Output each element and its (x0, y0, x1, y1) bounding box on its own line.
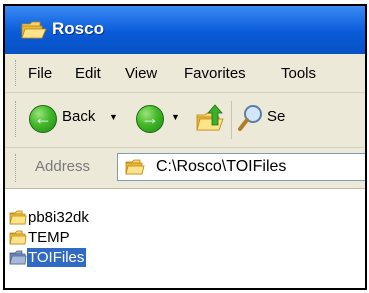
folder-icon (9, 230, 27, 245)
title-bar[interactable]: Rosco (5, 6, 365, 54)
menu-tools[interactable]: Tools (281, 65, 316, 82)
forward-dropdown-icon[interactable]: ▼ (171, 112, 180, 122)
window-title: Rosco (52, 19, 104, 38)
file-name: pb8i32dk (28, 209, 89, 226)
forward-button[interactable]: → (136, 105, 164, 133)
file-name: TOIFiles (27, 248, 87, 267)
forward-arrow-icon: → (141, 108, 159, 128)
address-label: Address (35, 158, 91, 175)
toolbar-grip[interactable] (15, 101, 18, 137)
address-input[interactable]: C:\Rosco\TOIFiles (117, 153, 365, 181)
menu-grip[interactable] (15, 60, 18, 86)
back-arrow-icon: ← (29, 105, 57, 133)
folder-icon (125, 159, 145, 175)
folder-icon (9, 250, 27, 265)
explorer-window: Rosco File Edit View Favorites Tools ← B… (3, 4, 367, 290)
address-path: C:\Rosco\TOIFiles (156, 158, 287, 175)
search-icon[interactable] (237, 103, 265, 133)
menu-favorites[interactable]: Favorites (184, 65, 246, 82)
menu-view[interactable]: View (125, 65, 157, 82)
file-name: TEMP (28, 229, 70, 246)
address-bar: Address C:\Rosco\TOIFiles (5, 148, 365, 189)
toolbar-separator (231, 101, 232, 139)
folder-icon (21, 21, 47, 39)
back-label: Back (62, 108, 96, 125)
menu-edit[interactable]: Edit (75, 65, 101, 82)
up-folder-button[interactable] (195, 103, 225, 133)
menu-file[interactable]: File (28, 65, 52, 82)
search-label[interactable]: Se (267, 108, 285, 125)
back-dropdown-icon[interactable]: ▼ (109, 112, 118, 122)
menu-bar: File Edit View Favorites Tools (5, 54, 365, 93)
standard-toolbar: ← Back ▼ → ▼ Se (5, 93, 365, 148)
folder-icon (9, 210, 27, 225)
folder-view: pb8i32dk TEMP TOIFiles (5, 189, 365, 288)
address-grip[interactable] (15, 154, 18, 182)
